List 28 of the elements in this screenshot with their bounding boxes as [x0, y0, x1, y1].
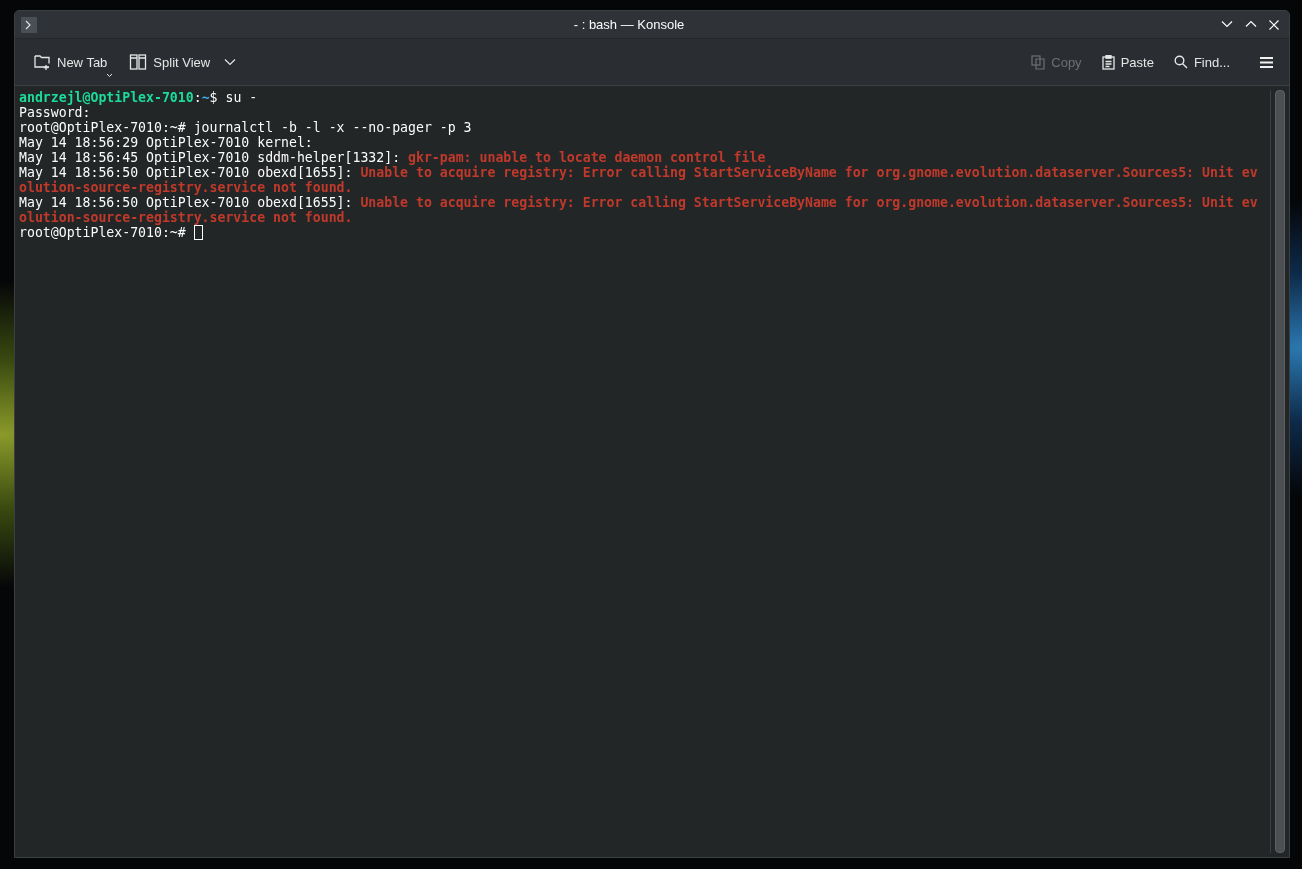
terminal-line: andrzejl@OptiPlex-7010:~$ su - [19, 90, 259, 105]
close-icon[interactable] [1269, 19, 1279, 30]
window-title: - : bash — Konsole [572, 17, 686, 32]
terminal-line: root@OptiPlex-7010:~# journalctl -b -l -x --no-pager -p 3 [19, 120, 473, 135]
find-button[interactable]: Find... [1169, 50, 1234, 74]
caret-icon [106, 73, 114, 78]
copy-icon [1031, 54, 1046, 70]
paste-button[interactable]: Paste [1097, 50, 1158, 74]
terminal-line: olution-source-registry.service not found. [19, 210, 354, 225]
scrollbar-thumb[interactable] [1275, 90, 1285, 853]
maximize-icon[interactable] [1245, 19, 1257, 28]
terminal-app-icon [21, 16, 37, 33]
clipboard-icon [1101, 54, 1115, 70]
minimize-icon[interactable] [1221, 19, 1233, 28]
chevron-down-icon [224, 58, 237, 66]
terminal-line: Password: [19, 105, 92, 120]
split-view-button[interactable]: Split View [125, 49, 241, 75]
new-tab-icon [33, 53, 51, 71]
terminal-line: root@OptiPlex-7010:~# [19, 225, 1270, 240]
search-icon [1173, 55, 1188, 69]
new-tab-button[interactable]: New Tab [29, 49, 112, 75]
split-view-icon [129, 53, 148, 71]
menu-icon [1260, 56, 1273, 68]
terminal-line: May 14 18:56:29 OptiPlex-7010 kernel: [19, 135, 314, 150]
terminal-line: May 14 18:56:45 OptiPlex-7010 sddm-helper[1332]: gkr-pam: unable to locate daemon control file [19, 150, 767, 165]
terminal-line: May 14 18:56:50 OptiPlex-7010 obexd[1655]: Unable to acquire registry: Error calling StartServiceByName for org.gnome.evolution.dataserver.Sources5: Unit ev [19, 195, 1259, 210]
terminal-line: olution-source-registry.service not found. [19, 180, 354, 195]
terminal-line: May 14 18:56:50 OptiPlex-7010 obexd[1655]: Unable to acquire registry: Error calling StartServiceByName for org.gnome.evolution.dataserver.Sources5: Unit ev [19, 165, 1259, 180]
